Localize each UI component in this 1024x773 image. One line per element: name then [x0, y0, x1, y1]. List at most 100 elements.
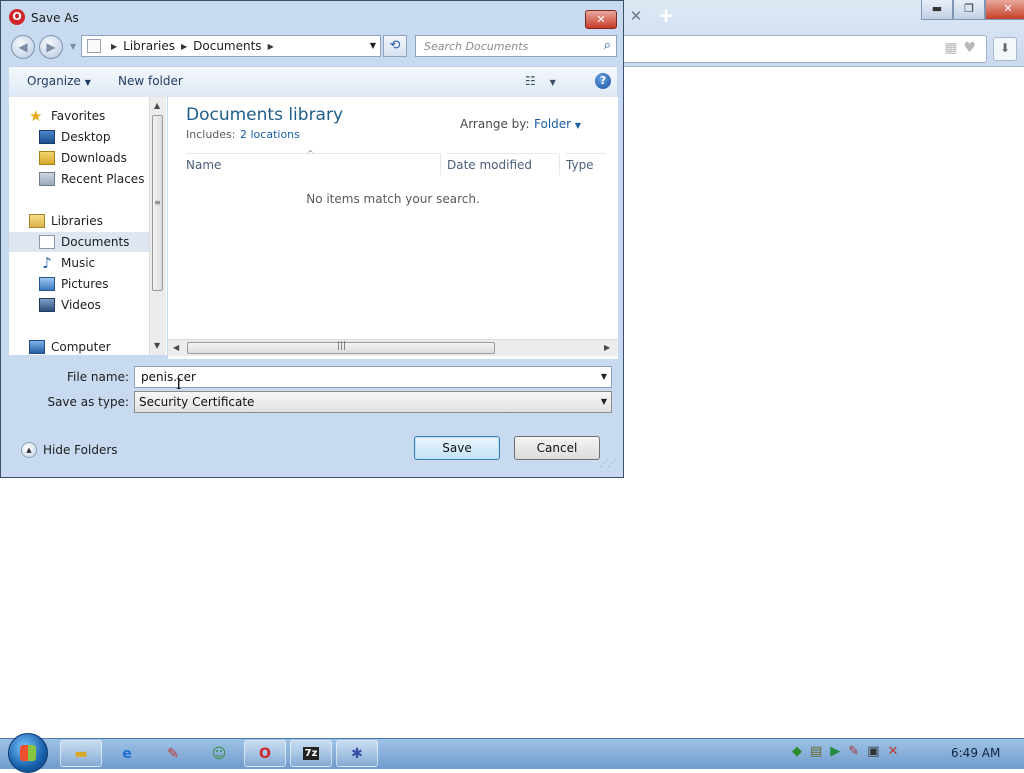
dialog-close-button[interactable]: ✕: [585, 10, 617, 29]
navigation-scrollbar[interactable]: ▲ ≡ ▼: [149, 97, 166, 355]
sidebar-item-documents[interactable]: Documents: [9, 232, 149, 252]
folder-icon: ▬: [74, 745, 88, 762]
sidebar-item-videos[interactable]: Videos: [39, 295, 101, 315]
chevron-right-icon[interactable]: ▶: [268, 42, 274, 51]
cancel-button[interactable]: Cancel: [514, 436, 600, 460]
file-name-field[interactable]: penis.cer ▼: [134, 366, 612, 388]
sidebar-item-favorites[interactable]: ★ Favorites: [29, 106, 105, 126]
sidebar-item-recent-places[interactable]: Recent Places: [39, 169, 144, 189]
opera-icon: O: [9, 9, 25, 25]
browser-window-controls: ▬ ❐ ✕: [921, 0, 1024, 20]
library-icon: [87, 39, 101, 53]
address-dropdown-icon[interactable]: ▼: [370, 41, 376, 50]
sidebar-item-desktop[interactable]: Desktop: [39, 127, 111, 147]
tray-app-icon[interactable]: ▤: [810, 744, 822, 759]
new-tab-button[interactable]: +: [656, 4, 676, 26]
security-shield-icon[interactable]: ◆: [792, 744, 802, 759]
start-button[interactable]: [8, 733, 48, 773]
network-icon[interactable]: ▣: [867, 744, 879, 759]
app-taskbar-button[interactable]: ✱: [336, 740, 378, 767]
arrange-by-dropdown[interactable]: Folder ▼: [534, 117, 581, 131]
chevron-down-icon[interactable]: ▼: [601, 372, 607, 381]
breadcrumb-documents[interactable]: Documents: [193, 39, 261, 53]
view-icon[interactable]: ☷ ▼: [525, 74, 556, 88]
system-tray: ◆ ▤ ▶ ✎ ▣ ✕: [792, 744, 898, 759]
scrollbar-thumb[interactable]: |||: [187, 341, 495, 354]
star-icon: ★: [29, 107, 43, 125]
heart-icon[interactable]: ♥: [963, 40, 976, 56]
scroll-right-icon[interactable]: ▶: [604, 343, 610, 352]
search-input[interactable]: [422, 39, 596, 54]
back-button[interactable]: ◀: [11, 35, 35, 59]
refresh-button[interactable]: ⟲: [383, 35, 407, 57]
tab-close-icon[interactable]: ✕: [627, 6, 645, 26]
horizontal-scrollbar[interactable]: ◀ ||| ▶: [168, 339, 618, 356]
column-header-date-modified[interactable]: Date modified: [447, 153, 557, 175]
chevron-down-icon[interactable]: ▼: [601, 397, 607, 406]
includes-locations-link[interactable]: 2 locations: [240, 128, 300, 141]
column-header-name[interactable]: Name: [186, 153, 441, 175]
messenger-taskbar-button[interactable]: ☺: [198, 740, 240, 767]
app-icon: ✱: [351, 745, 363, 762]
restore-button[interactable]: ❐: [953, 0, 985, 20]
column-divider[interactable]: [440, 153, 441, 175]
volume-muted-icon[interactable]: ✕: [888, 744, 899, 759]
close-button[interactable]: ✕: [985, 0, 1024, 20]
organize-button[interactable]: Organize ▼: [27, 74, 91, 88]
download-icon[interactable]: ⬇: [993, 37, 1017, 61]
new-folder-button[interactable]: New folder: [118, 74, 183, 88]
navigation-pane: ★ Favorites Desktop Downloads Recent Plac…: [9, 97, 167, 355]
column-divider[interactable]: [559, 153, 560, 175]
scrollbar-thumb[interactable]: ≡: [152, 115, 163, 291]
sidebar-item-computer[interactable]: Computer: [29, 337, 111, 357]
hide-folders-button[interactable]: ▲ Hide Folders: [21, 442, 118, 458]
forward-button[interactable]: ▶: [39, 35, 63, 59]
browser-address-bar[interactable]: ▦ ♥: [624, 35, 987, 63]
help-icon[interactable]: ?: [595, 73, 611, 89]
chevron-down-icon: ▼: [84, 78, 91, 87]
paint-icon: ✎: [167, 745, 179, 762]
opera-taskbar-button[interactable]: O: [244, 740, 286, 767]
search-icon[interactable]: ⌕: [604, 38, 611, 53]
column-header-type[interactable]: Type: [566, 153, 606, 175]
scroll-up-icon[interactable]: ▲: [154, 101, 160, 110]
minimize-button[interactable]: ▬: [921, 0, 953, 20]
save-as-dialog: O Save As ✕ ◀ ▶ ▼ ▶ Libraries ▶ Document…: [0, 0, 624, 478]
save-as-type-value: Security Certificate: [139, 395, 255, 409]
7zip-taskbar-button[interactable]: 7z: [290, 740, 332, 767]
documents-icon: [39, 235, 55, 249]
file-list-pane: Documents library Includes: 2 locations …: [168, 97, 618, 359]
media-play-icon[interactable]: ▶: [830, 744, 840, 759]
file-name-value[interactable]: penis.cer: [141, 370, 196, 384]
scroll-down-icon[interactable]: ▼: [154, 341, 160, 350]
paint-taskbar-button[interactable]: ✎: [152, 740, 194, 767]
videos-icon: [39, 298, 55, 312]
save-button[interactable]: Save: [414, 436, 500, 460]
speed-dial-icon[interactable]: ▦: [944, 40, 957, 56]
scroll-left-icon[interactable]: ◀: [173, 343, 179, 352]
library-title: Documents library: [186, 105, 344, 125]
sidebar-item-pictures[interactable]: Pictures: [39, 274, 109, 294]
7zip-icon: 7z: [302, 747, 320, 760]
sidebar-item-music[interactable]: ♪ Music: [39, 253, 95, 273]
save-as-type-select[interactable]: Security Certificate ▼: [134, 391, 612, 413]
recent-pages-dropdown-icon[interactable]: ▼: [70, 42, 76, 51]
internet-explorer-taskbar-button[interactable]: e: [106, 740, 148, 767]
explorer-taskbar-button[interactable]: ▬: [60, 740, 102, 767]
music-icon: ♪: [42, 254, 52, 272]
save-as-type-label: Save as type:: [47, 395, 129, 409]
chevron-right-icon[interactable]: ▶: [111, 42, 117, 51]
tray-tool-icon[interactable]: ✎: [848, 744, 859, 759]
resize-grip-icon[interactable]: ⋰⋰: [599, 459, 616, 469]
taskbar-clock[interactable]: 6:49 AM: [951, 746, 1000, 760]
breadcrumb-libraries[interactable]: Libraries: [123, 39, 175, 53]
breadcrumb[interactable]: ▶ Libraries ▶ Documents ▶ ▼: [81, 35, 381, 57]
libraries-icon: [29, 214, 45, 228]
sidebar-item-label: Videos: [61, 298, 101, 312]
sidebar-item-libraries[interactable]: Libraries: [29, 211, 103, 231]
search-box[interactable]: ⌕: [415, 35, 617, 57]
arrange-by-label: Arrange by:: [460, 117, 530, 131]
sidebar-item-downloads[interactable]: Downloads: [39, 148, 127, 168]
chevron-right-icon[interactable]: ▶: [181, 42, 187, 51]
title-bar[interactable]: O Save As ✕: [1, 1, 623, 33]
